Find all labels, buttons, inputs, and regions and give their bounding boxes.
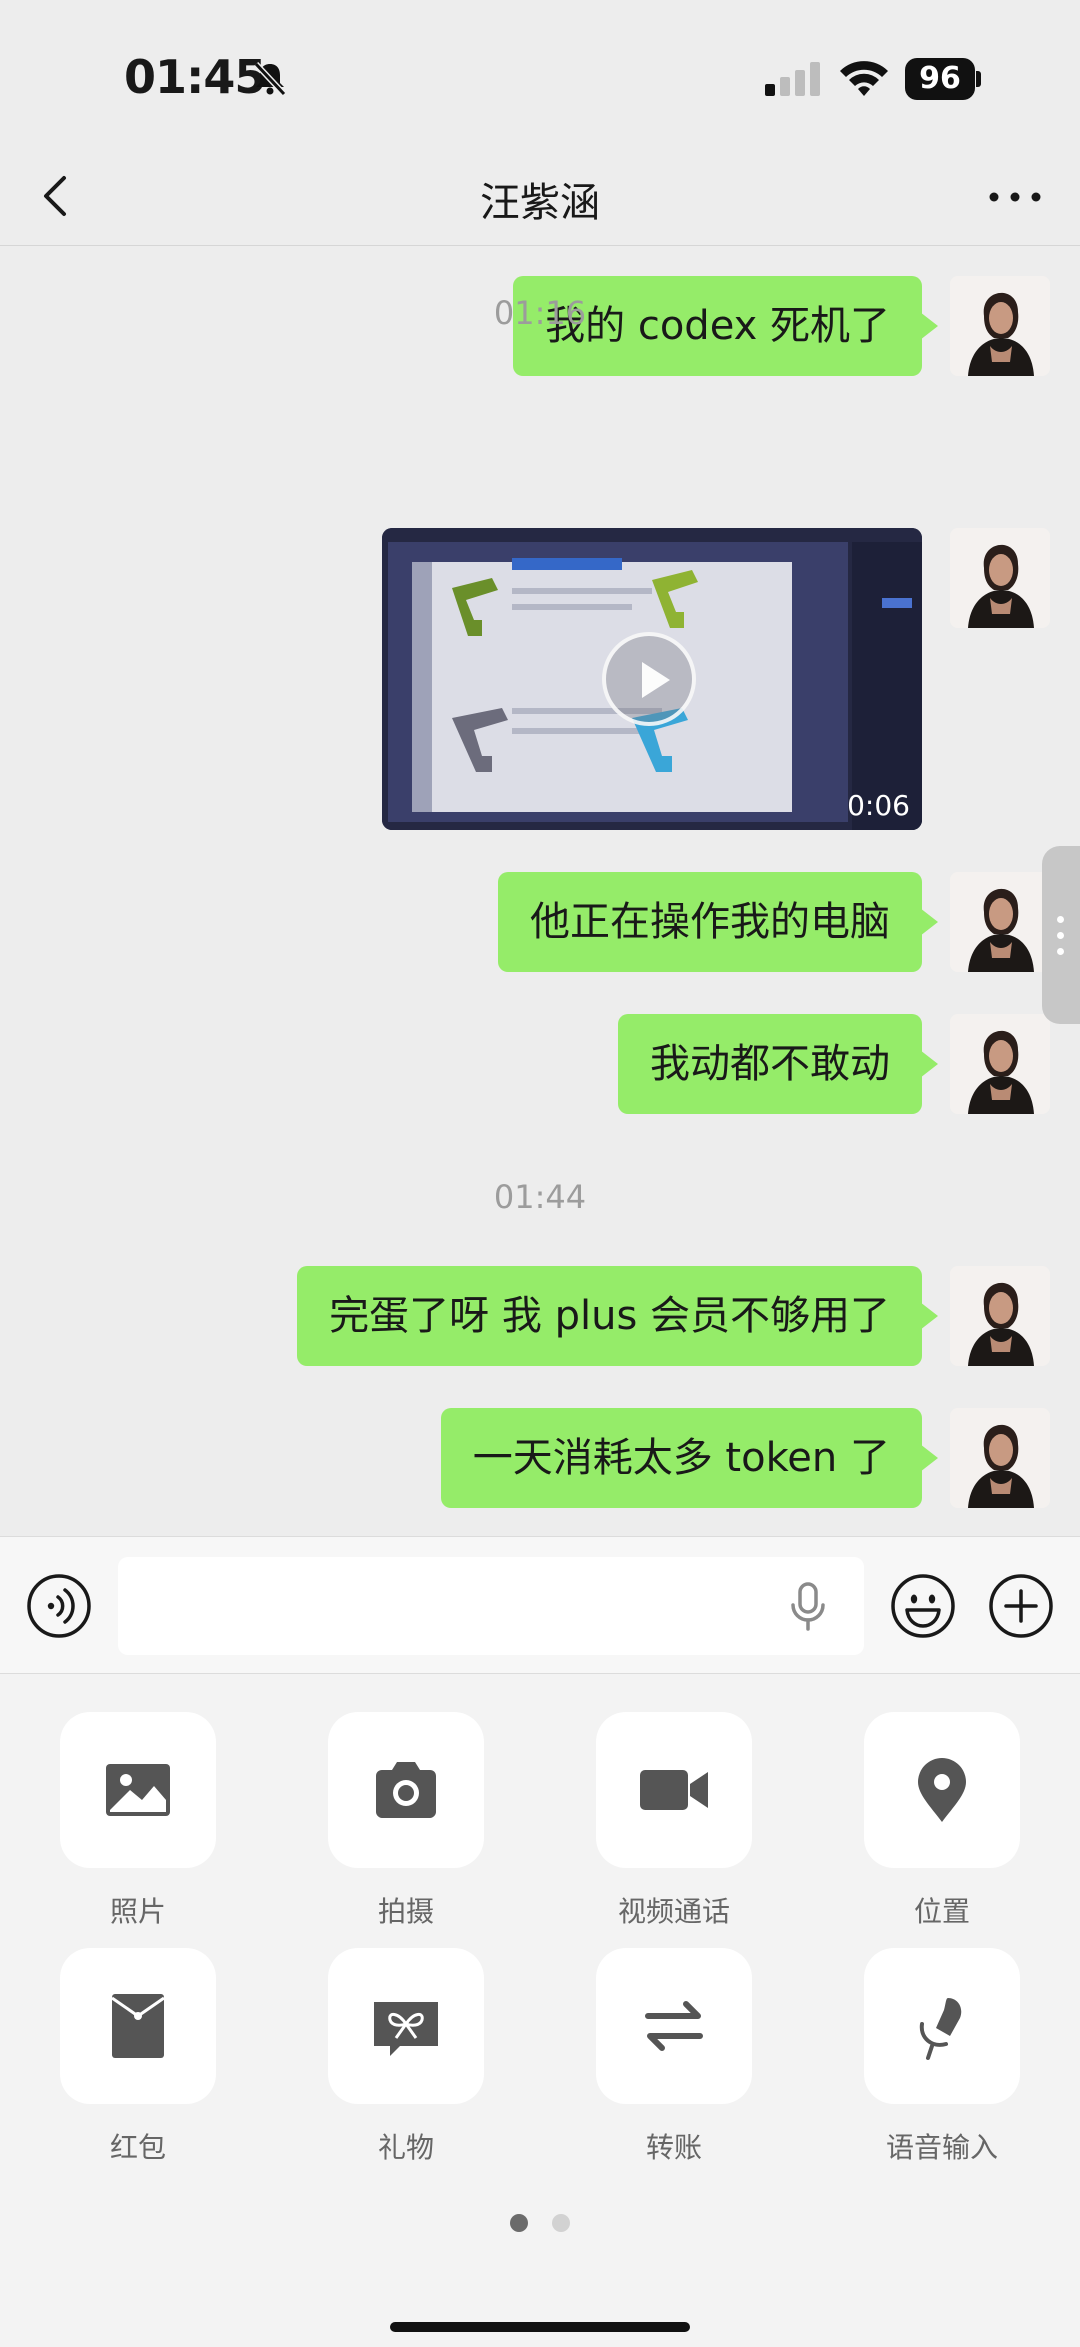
timestamp-text: 01:16 [493,294,587,332]
status-bar: 01:45 96 [0,0,1080,150]
chat-title: 汪紫涵 [480,180,600,226]
avatar-image [950,1408,1050,1508]
status-time: 01:45 [124,50,266,104]
video-duration: 0:06 [847,789,910,822]
bell-muted-icon [253,61,287,97]
signal-icon [765,62,820,96]
panel-item-label: 位置 [913,1895,970,1928]
avatar[interactable] [950,872,1050,972]
panel-item-gift[interactable]: 礼物 [326,1948,486,2166]
panel-item-label: 红包 [109,2131,166,2164]
panel-item-label: 语音输入 [885,2131,998,2164]
camera-icon [376,1762,436,1818]
avatar-image [950,1266,1050,1366]
panel-item-label: 视频通话 [617,1895,730,1928]
panel-item-transfer[interactable]: 转账 [594,1948,754,2166]
plus-icon[interactable] [988,1573,1054,1639]
play-icon[interactable] [602,632,696,726]
red-packet-icon [111,1994,165,2058]
transfer-icon [645,2001,703,2051]
gift-icon [374,2002,438,2056]
panel-item-photo[interactable]: 照片 [58,1712,218,1930]
input-bar [0,1536,1080,1674]
home-indicator[interactable] [390,2322,690,2332]
avatar[interactable] [950,1266,1050,1366]
panel-item-red-packet[interactable]: 红包 [58,1948,218,2166]
function-panel: 照片 拍摄 视频通话 位置 红包 礼物 转账 语音输入 [0,1674,1080,2347]
message-row: 完蛋了呀 我 plus 会员不够用了 [0,1266,1080,1366]
panel-item-label: 转账 [645,2131,702,2164]
emoji-icon[interactable] [890,1573,956,1639]
message-input[interactable] [118,1557,864,1655]
mic-icon[interactable] [786,1581,830,1633]
message-bubble[interactable]: 我动都不敢动 [618,1014,938,1114]
message-row: 我动都不敢动 [0,1014,1080,1114]
video-call-icon [640,1770,708,1810]
panel-item-location[interactable]: 位置 [862,1712,1022,1930]
message-row: 他正在操作我的电脑 [0,872,1080,972]
panel-item-label: 礼物 [377,2131,434,2164]
message-bubble[interactable]: 完蛋了呀 我 plus 会员不够用了 [297,1266,938,1366]
side-drawer-handle[interactable] [1042,846,1080,1024]
battery-indicator: 96 [905,58,981,100]
panel-item-video-call[interactable]: 视频通话 [594,1712,754,1930]
avatar[interactable] [950,528,1050,628]
voice-toggle-icon[interactable] [26,1573,92,1639]
avatar[interactable] [950,1408,1050,1508]
panel-item-label: 拍摄 [377,1895,434,1928]
timestamp: 01:16 [0,294,1080,332]
page-dot[interactable] [552,2214,570,2232]
chat-area[interactable]: 我的 codex 死机了 01:16 0:06 他正在操作我的电脑 我动都不敢动… [0,246,1080,1536]
photo-icon [106,1764,170,1816]
avatar-image [950,872,1050,972]
panel-item-label: 照片 [109,1895,166,1928]
avatar-image [950,528,1050,628]
battery-level: 96 [905,58,975,100]
panel-item-voice-input[interactable]: 语音输入 [862,1948,1022,2166]
avatar[interactable] [950,1014,1050,1114]
voice-input-icon [919,1998,962,2060]
avatar-image [950,1014,1050,1114]
page-indicator [0,2214,1080,2234]
more-icon[interactable] [980,172,1050,222]
message-bubble[interactable]: 一天消耗太多 token 了 [440,1408,939,1508]
message-bubble[interactable]: 他正在操作我的电脑 [498,872,938,972]
timestamp: 01:44 [493,1178,587,1216]
message-row: 一天消耗太多 token 了 [0,1408,1080,1508]
nav-bar: 汪紫涵 [0,150,1080,246]
page-dot-active[interactable] [510,2214,528,2232]
panel-item-camera[interactable]: 拍摄 [326,1712,486,1930]
wifi-icon [840,61,888,96]
location-icon [918,1758,966,1822]
video-message[interactable]: 0:06 [382,528,922,830]
message-row: 0:06 [0,528,1080,830]
